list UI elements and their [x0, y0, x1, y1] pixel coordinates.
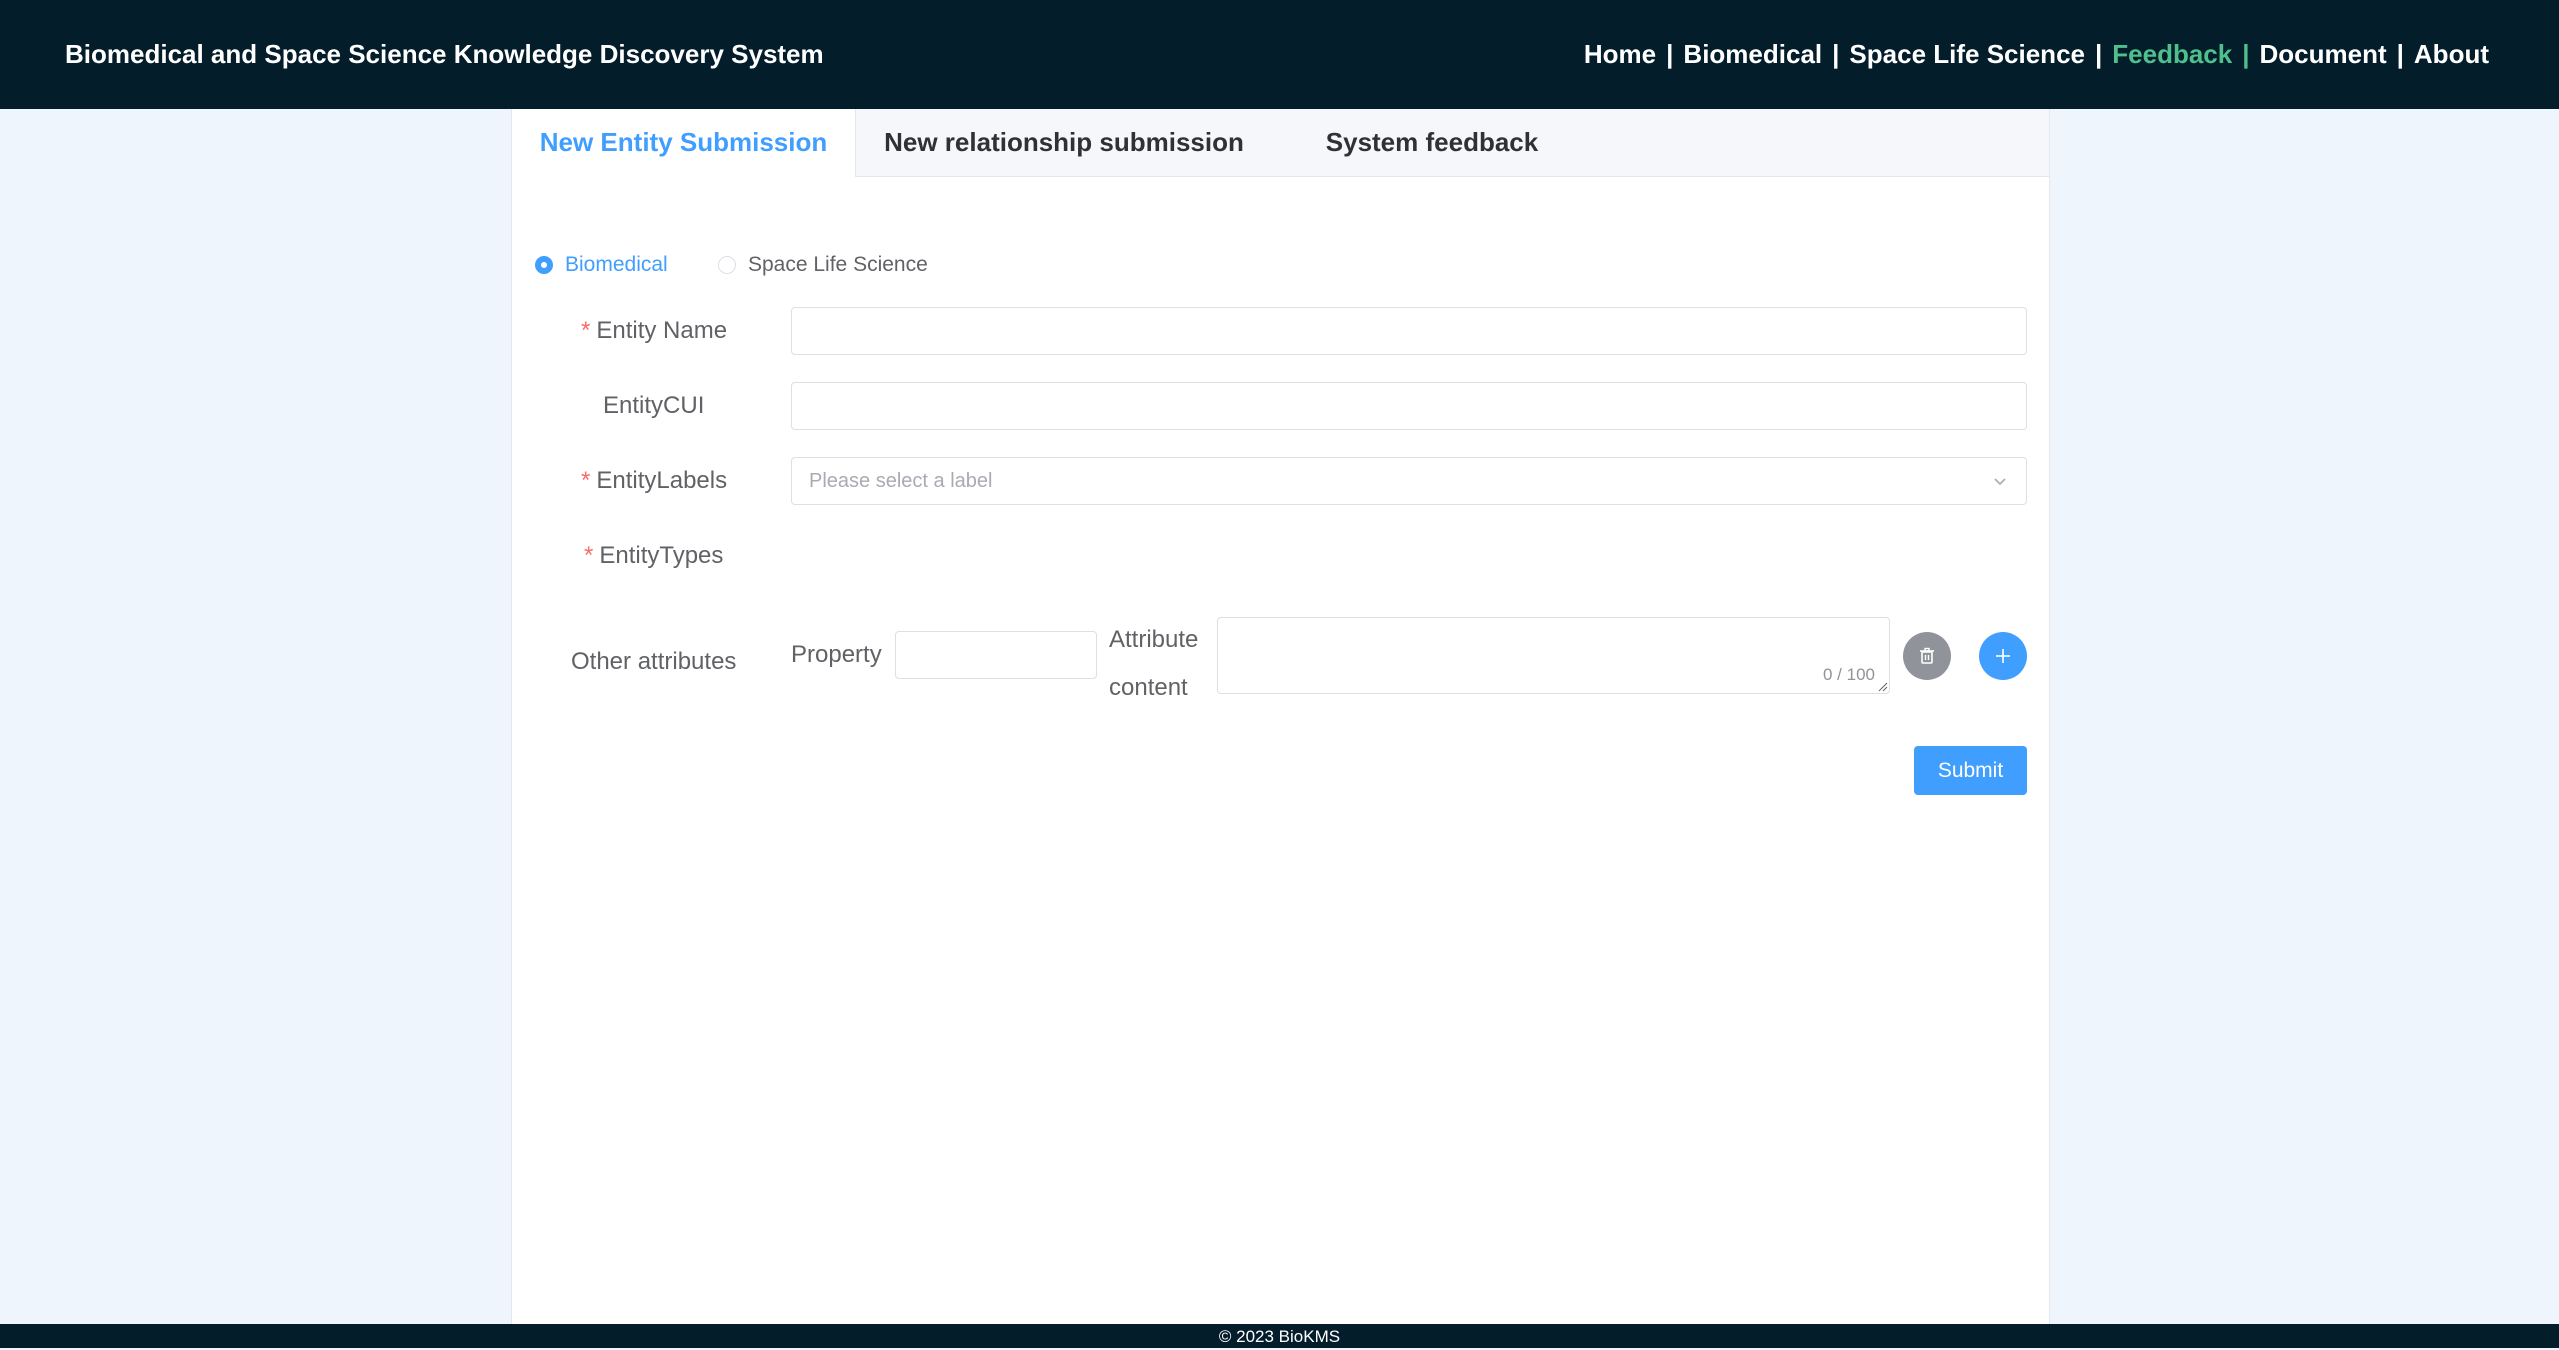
nav-separator: |	[1832, 39, 1840, 69]
nav-home[interactable]: Home	[1584, 38, 1656, 70]
radio-checked-indicator	[535, 256, 553, 274]
nav-about[interactable]: About	[2414, 38, 2489, 70]
footer-copyright: © 2023 BioKMS	[0, 1324, 2559, 1348]
delete-attribute-button[interactable]	[1903, 632, 1951, 680]
entity-labels-label: * EntityLabels	[581, 466, 727, 496]
entity-labels-placeholder: Please select a label	[809, 470, 993, 492]
nav-separator: |	[2396, 39, 2404, 69]
nav-separator: |	[2094, 39, 2103, 69]
other-attributes-label: Other attributes	[571, 648, 737, 675]
attribute-content-textarea[interactable]: 0 / 100	[1217, 617, 1890, 694]
radio-unchecked-indicator	[718, 256, 736, 274]
attribute-content-label-line1: Attribute	[1109, 626, 1199, 653]
tab-bar: New Entity Submission New relationship s…	[512, 109, 2049, 177]
entity-name-label: * Entity Name	[581, 316, 727, 346]
nav-biomedical[interactable]: Biomedical	[1683, 38, 1822, 70]
property-label: Property	[791, 641, 882, 668]
tab-system-feedback[interactable]: System feedback	[1272, 109, 1592, 176]
nav-document[interactable]: Document	[2260, 38, 2387, 70]
nav-space-life-science[interactable]: Space Life Science	[1849, 38, 2085, 70]
entity-types-label: * EntityTypes	[584, 541, 723, 571]
chevron-down-icon	[1994, 478, 2006, 486]
entity-cui-input[interactable]	[791, 382, 2027, 430]
nav-feedback[interactable]: Feedback	[2112, 38, 2232, 70]
submission-card: New Entity Submission New relationship s…	[511, 109, 2050, 1324]
top-header: Biomedical and Space Science Knowledge D…	[0, 0, 2559, 109]
char-counter: 0 / 100	[1823, 665, 1875, 684]
submit-button[interactable]: Submit	[1914, 746, 2027, 795]
entity-cui-label: EntityCUI	[603, 392, 705, 419]
required-mark: *	[581, 467, 591, 494]
trash-icon	[1920, 647, 1934, 664]
nav-separator: |	[1666, 39, 1674, 69]
nav-separator: |	[2242, 39, 2250, 69]
tab-new-relationship-submission[interactable]: New relationship submission	[856, 109, 1272, 176]
entity-labels-select[interactable]: Please select a label	[791, 457, 2027, 505]
app-title: Biomedical and Space Science Knowledge D…	[65, 39, 824, 69]
attribute-content-label-line2: content	[1109, 674, 1188, 701]
tab-new-entity-submission[interactable]: New Entity Submission	[512, 109, 856, 177]
resize-handle-icon[interactable]	[1878, 682, 1888, 692]
entity-name-label-text: Entity Name	[596, 317, 728, 344]
main-nav: Home | Biomedical | Space Life Science |…	[1584, 38, 2489, 70]
attribute-content-label: Attribute content	[1109, 616, 1198, 712]
entity-types-label-text: EntityTypes	[599, 542, 724, 569]
radio-space-life-science[interactable]: Space Life Science	[718, 251, 928, 279]
required-mark: *	[584, 542, 594, 569]
plus-icon	[1996, 649, 2010, 663]
property-input[interactable]	[895, 631, 1097, 679]
entity-name-input[interactable]	[791, 307, 2027, 355]
radio-biomedical[interactable]: Biomedical	[535, 251, 668, 279]
radio-biomedical-label: Biomedical	[565, 253, 668, 276]
radio-space-life-science-label: Space Life Science	[748, 253, 928, 276]
entity-labels-label-text: EntityLabels	[596, 467, 728, 494]
add-attribute-button[interactable]	[1979, 632, 2027, 680]
required-mark: *	[581, 317, 591, 344]
